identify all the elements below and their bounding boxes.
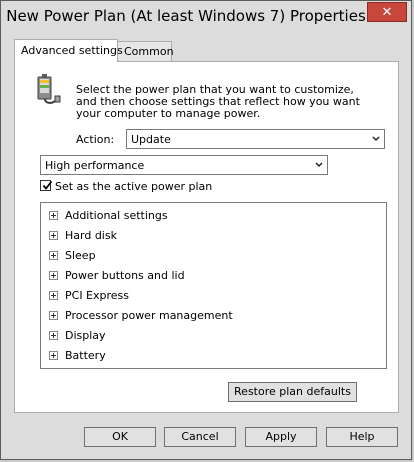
tree-item-label: Display — [65, 329, 106, 342]
apply-button[interactable]: Apply — [245, 427, 317, 447]
action-value: Update — [131, 133, 171, 146]
tree-item-label: PCI Express — [65, 289, 130, 302]
expand-plus-icon[interactable] — [49, 211, 58, 220]
close-button[interactable]: ✕ — [367, 2, 407, 22]
active-plan-label: Set as the active power plan — [55, 180, 213, 193]
help-button[interactable]: Help — [326, 427, 398, 447]
ok-button[interactable]: OK — [84, 427, 156, 447]
settings-tree[interactable]: Additional settings Hard disk Sleep Powe… — [40, 202, 387, 369]
panel-description: Select the power plan that you want to c… — [76, 83, 360, 120]
tree-item-label: Additional settings — [65, 209, 168, 222]
tree-item-label: Processor power management — [65, 309, 233, 322]
expand-plus-icon[interactable] — [49, 271, 58, 280]
cancel-button[interactable]: Cancel — [164, 427, 236, 447]
active-plan-checkbox[interactable] — [40, 180, 53, 191]
tab-advanced-settings[interactable]: Advanced settings — [14, 39, 123, 62]
tab-common[interactable]: Common — [117, 41, 174, 61]
action-label: Action: — [76, 133, 115, 146]
chevron-down-icon — [372, 136, 380, 142]
properties-window: New Power Plan (At least Windows 7) Prop… — [0, 0, 412, 460]
expand-plus-icon[interactable] — [49, 231, 58, 240]
tab-label: Advanced settings — [21, 44, 123, 57]
tree-item-label: Sleep — [65, 249, 96, 262]
power-plan-icon — [37, 74, 61, 104]
expand-plus-icon[interactable] — [49, 311, 58, 320]
expand-plus-icon[interactable] — [49, 291, 58, 300]
title-bar[interactable]: New Power Plan (At least Windows 7) Prop… — [1, 1, 411, 31]
tab-label: Common — [124, 45, 174, 58]
chevron-down-icon — [315, 162, 323, 168]
tree-item-label: Hard disk — [65, 229, 117, 242]
window-title: New Power Plan (At least Windows 7) Prop… — [6, 7, 366, 25]
expand-plus-icon[interactable] — [49, 331, 58, 340]
restore-plan-defaults-button[interactable]: Restore plan defaults — [228, 382, 357, 402]
expand-plus-icon[interactable] — [49, 251, 58, 260]
expand-plus-icon[interactable] — [49, 351, 58, 360]
action-dropdown[interactable]: Update — [126, 129, 385, 149]
tree-item-label: Battery — [65, 349, 106, 362]
power-plan-dropdown[interactable]: High performance — [40, 155, 328, 175]
tree-item-label: Power buttons and lid — [65, 269, 185, 282]
close-icon: ✕ — [381, 5, 393, 20]
advanced-settings-panel: Select the power plan that you want to c… — [14, 61, 399, 413]
checkmark-icon — [42, 180, 53, 190]
plan-value: High performance — [45, 159, 145, 172]
